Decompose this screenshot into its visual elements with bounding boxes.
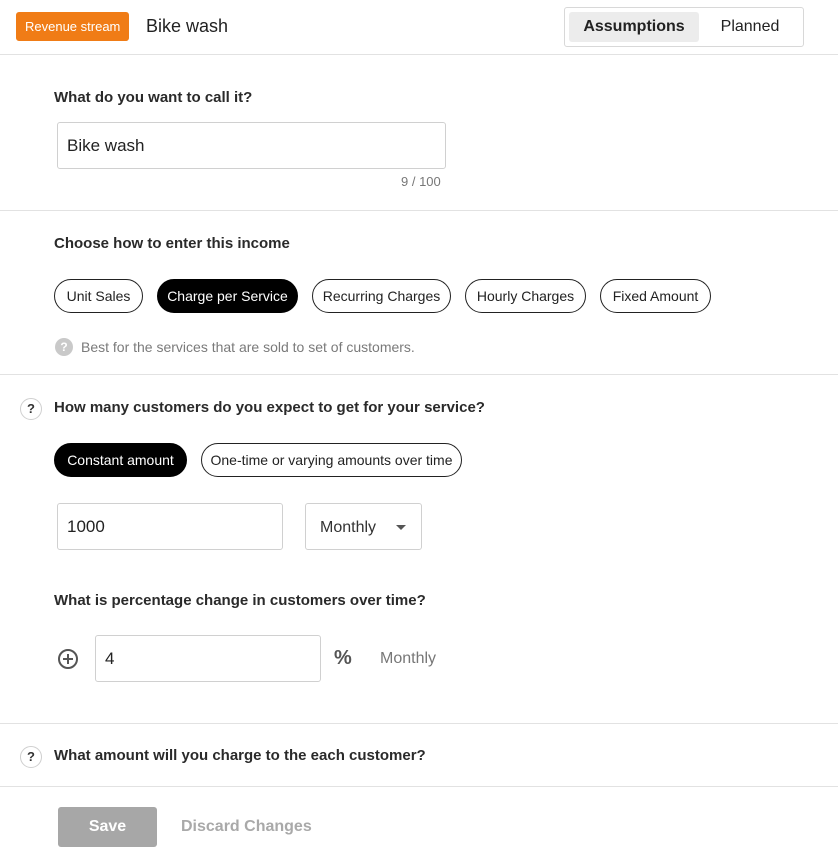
name-question: What do you want to call it? [54,89,253,106]
name-char-counter: 9 / 100 [401,174,441,189]
customers-question: How many customers do you expect to get … [54,399,485,416]
customers-period-value: Monthly [320,519,377,536]
mode-varying-amounts[interactable]: One-time or varying amounts over time [201,443,462,477]
name-section: What do you want to call it? 9 / 100 [0,55,838,211]
view-toggle: Assumptions Planned [564,7,804,47]
tab-assumptions[interactable]: Assumptions [569,12,699,42]
income-type-hint: Best for the services that are sold to s… [81,339,415,355]
option-fixed-amount[interactable]: Fixed Amount [600,279,711,313]
percent-icon: % [334,647,352,669]
page-title: Bike wash [146,16,229,36]
customers-amount-input[interactable] [57,503,283,550]
option-charge-per-service[interactable]: Charge per Service [157,279,298,313]
tab-planned[interactable]: Planned [699,12,801,42]
customers-help-icon[interactable]: ? [20,398,42,420]
option-recurring-charges[interactable]: Recurring Charges [312,279,451,313]
question-hint-icon: ? [55,338,73,356]
change-question: What is percentage change in customers o… [54,592,426,609]
form-footer: Save Discard Changes [0,787,838,868]
option-hourly-charges[interactable]: Hourly Charges [465,279,586,313]
page-header: Revenue stream Bike wash Assumptions Pla… [0,0,838,55]
option-unit-sales[interactable]: Unit Sales [54,279,143,313]
change-percentage-input[interactable] [95,635,321,682]
customers-period-select[interactable]: Monthly [305,503,422,550]
save-button[interactable]: Save [58,807,157,847]
discard-changes-button[interactable]: Discard Changes [181,817,312,837]
mode-constant-amount[interactable]: Constant amount [54,443,187,477]
charge-question: What amount will you charge to the each … [54,747,426,764]
revenue-stream-badge: Revenue stream [16,12,130,41]
name-input[interactable] [57,122,446,169]
change-period-label: Monthly [380,650,437,667]
income-type-question: Choose how to enter this income [54,235,290,252]
charge-help-icon[interactable]: ? [20,746,42,768]
plus-circle-icon[interactable] [58,649,78,669]
chevron-down-icon [396,525,406,530]
